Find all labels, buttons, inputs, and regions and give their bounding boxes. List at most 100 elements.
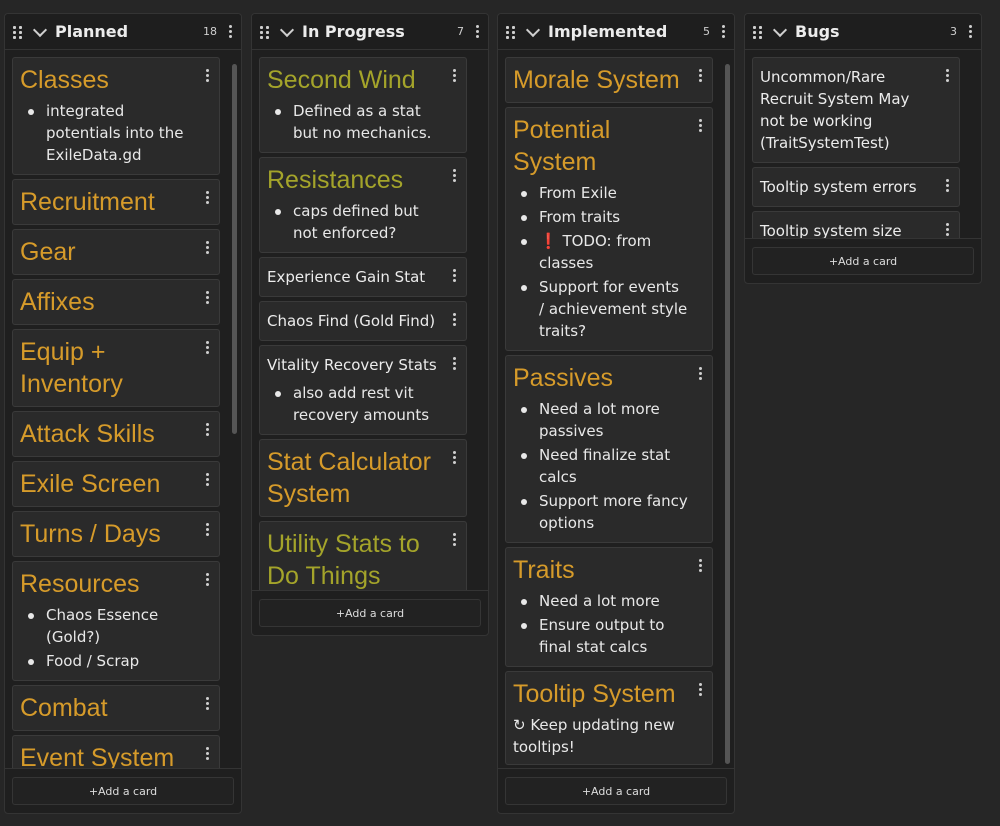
- card-menu-icon[interactable]: [697, 119, 703, 132]
- card-title: Classes: [20, 66, 109, 94]
- card-title: Uncommon/Rare Recruit System May not be …: [760, 68, 910, 152]
- card-menu-icon[interactable]: [451, 533, 457, 546]
- drag-handle-icon[interactable]: [751, 25, 765, 39]
- column-title: In Progress: [302, 22, 405, 41]
- chevron-down-icon[interactable]: [279, 22, 295, 37]
- card-menu-icon[interactable]: [204, 573, 210, 586]
- card-title: Resources: [20, 570, 140, 598]
- card[interactable]: Exile Screen: [12, 461, 220, 507]
- card-count-badge: 18: [203, 25, 217, 38]
- card[interactable]: Combat: [12, 685, 220, 731]
- card-list: Classes integrated potentials into the Ex…: [5, 50, 241, 768]
- card-count-badge: 5: [703, 25, 710, 38]
- column-header: Bugs 3: [745, 14, 981, 50]
- card[interactable]: Morale System: [505, 57, 713, 103]
- card[interactable]: Event System: [12, 735, 220, 768]
- card-menu-icon[interactable]: [944, 179, 950, 192]
- card-bullet-list: Defined as a stat but no mechanics.: [267, 100, 442, 144]
- list-item: Ensure output to final stat calcs: [513, 614, 688, 658]
- card-menu-icon[interactable]: [204, 291, 210, 304]
- column-menu-icon[interactable]: [967, 25, 973, 38]
- card-title: Traits: [513, 556, 575, 584]
- list-item: Need a lot more passives: [513, 398, 688, 442]
- card-menu-icon[interactable]: [697, 559, 703, 572]
- card-menu-icon[interactable]: [451, 357, 457, 370]
- card-menu-icon[interactable]: [697, 69, 703, 82]
- add-card-button[interactable]: +Add a card: [259, 599, 481, 627]
- card[interactable]: Equip + Inventory: [12, 329, 220, 407]
- column-header: In Progress 7: [252, 14, 488, 50]
- card-title: Second Wind: [267, 66, 416, 94]
- add-card-button[interactable]: +Add a card: [505, 777, 727, 805]
- scrollbar[interactable]: [232, 64, 237, 434]
- chevron-down-icon[interactable]: [32, 22, 48, 37]
- list-item: Need finalize stat calcs: [513, 444, 688, 488]
- list-item: From traits: [513, 206, 688, 228]
- card[interactable]: Tooltip System ↻ Keep updating new toolti…: [505, 671, 713, 765]
- column-footer: +Add a card: [5, 768, 241, 805]
- card-menu-icon[interactable]: [204, 697, 210, 710]
- card[interactable]: Resistances caps defined but not enforced…: [259, 157, 467, 253]
- card[interactable]: Gear: [12, 229, 220, 275]
- drag-handle-icon[interactable]: [11, 25, 25, 39]
- card[interactable]: Turns / Days: [12, 511, 220, 557]
- card[interactable]: Chaos Find (Gold Find): [259, 301, 467, 341]
- add-card-button[interactable]: +Add a card: [12, 777, 234, 805]
- card[interactable]: Stat Calculator System: [259, 439, 467, 517]
- chevron-down-icon[interactable]: [525, 22, 541, 37]
- drag-handle-icon[interactable]: [258, 25, 272, 39]
- card-menu-icon[interactable]: [451, 169, 457, 182]
- card[interactable]: Passives Need a lot more passives Need fin…: [505, 355, 713, 543]
- card-menu-icon[interactable]: [944, 69, 950, 82]
- card[interactable]: Second Wind Defined as a stat but no mech…: [259, 57, 467, 153]
- card-title: Experience Gain Stat: [267, 268, 426, 286]
- card[interactable]: Attack Skills: [12, 411, 220, 457]
- card[interactable]: Uncommon/Rare Recruit System May not be …: [752, 57, 960, 163]
- card-menu-icon[interactable]: [204, 69, 210, 82]
- add-card-button[interactable]: +Add a card: [752, 247, 974, 275]
- card-title: Vitality Recovery Stats: [267, 356, 437, 374]
- column-menu-icon[interactable]: [720, 25, 726, 38]
- column-title: Planned: [55, 22, 129, 41]
- card[interactable]: Classes integrated potentials into the Ex…: [12, 57, 220, 175]
- card-menu-icon[interactable]: [451, 269, 457, 282]
- card-menu-icon[interactable]: [697, 683, 703, 696]
- card[interactable]: Traits Need a lot more Ensure output to fi…: [505, 547, 713, 667]
- card[interactable]: Utility Stats to Do Things: [259, 521, 467, 590]
- card-menu-icon[interactable]: [204, 473, 210, 486]
- card[interactable]: Resources Chaos Essence (Gold?) Food / Scr…: [12, 561, 220, 681]
- card-menu-icon[interactable]: [451, 451, 457, 464]
- card-count-badge: 3: [950, 25, 957, 38]
- card-menu-icon[interactable]: [204, 191, 210, 204]
- chevron-down-icon[interactable]: [772, 22, 788, 37]
- list-item: Food / Scrap: [20, 650, 195, 672]
- list-item: ❗ TODO: from classes: [513, 230, 688, 274]
- column-menu-icon[interactable]: [474, 25, 480, 38]
- card-title: Attack Skills: [20, 420, 155, 448]
- card-menu-icon[interactable]: [204, 747, 210, 760]
- card-menu-icon[interactable]: [697, 367, 703, 380]
- drag-handle-icon[interactable]: [504, 25, 518, 39]
- card[interactable]: Tooltip system size clamping: [752, 211, 960, 238]
- card[interactable]: Tooltip system errors: [752, 167, 960, 207]
- card-menu-icon[interactable]: [204, 523, 210, 536]
- card[interactable]: Affixes: [12, 279, 220, 325]
- card-count-badge: 7: [457, 25, 464, 38]
- card-menu-icon[interactable]: [204, 341, 210, 354]
- card[interactable]: Vitality Recovery Stats also add rest vit…: [259, 345, 467, 435]
- card[interactable]: Experience Gain Stat: [259, 257, 467, 297]
- column-menu-icon[interactable]: [227, 25, 233, 38]
- card-menu-icon[interactable]: [944, 223, 950, 236]
- card-menu-icon[interactable]: [204, 423, 210, 436]
- card-bullet-list: From Exile From traits ❗ TODO: from classe…: [513, 182, 688, 342]
- card[interactable]: Potential System From Exile From traits ❗ T…: [505, 107, 713, 351]
- card[interactable]: Recruitment: [12, 179, 220, 225]
- card-menu-icon[interactable]: [204, 241, 210, 254]
- card-title: Passives: [513, 364, 614, 392]
- card-menu-icon[interactable]: [451, 69, 457, 82]
- card-title: Equip + Inventory: [20, 338, 123, 398]
- card-bullet-list: Chaos Essence (Gold?) Food / Scrap: [20, 604, 195, 672]
- card-menu-icon[interactable]: [451, 313, 457, 326]
- scrollbar[interactable]: [725, 64, 730, 764]
- list-item: From Exile: [513, 182, 688, 204]
